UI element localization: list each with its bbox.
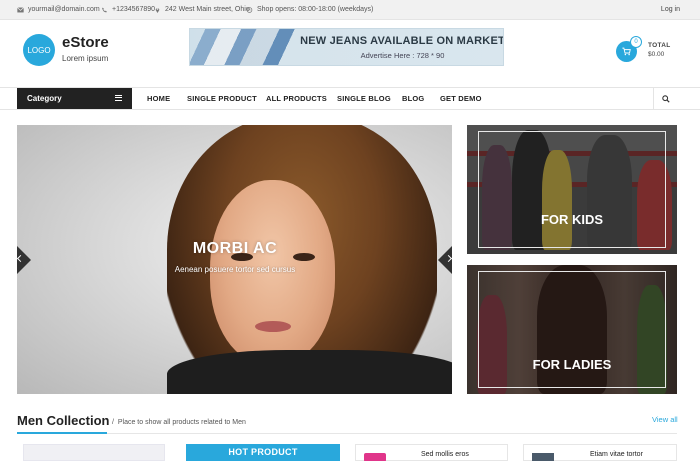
product-list-item[interactable]: Sed mollis eros [355,444,508,461]
search-button[interactable] [653,88,677,109]
hero-image-lips [255,321,291,332]
phone-text: +1234567890 [112,6,156,13]
email-text: yourmail@domain.com [28,6,100,13]
promo-kids-label: FOR KIDS [540,212,604,227]
chevron-right-icon [444,254,452,263]
category-label: Category [27,94,62,103]
search-icon [662,95,670,103]
product-title: Etiam vitae tortor [590,451,643,458]
hero-image-jacket [167,350,452,394]
product-thumbnail [532,453,554,461]
promo-kids-card[interactable]: FOR KIDS [467,125,677,254]
hours-text: Shop opens: 08:00-18:00 (weekdays) [257,6,374,13]
login-link[interactable]: Log in [661,6,680,13]
nav-single-product[interactable]: SINGLE PRODUCT [187,94,257,103]
nav-home[interactable]: HOME [147,94,170,103]
banner-subtitle: Advertise Here : 728 * 90 [360,51,445,60]
nav-all-products[interactable]: ALL PRODUCTS [266,94,327,103]
hero-subtitle: Aenean posuere tortor sed cursus [174,265,296,274]
promo-ladies-card[interactable]: FOR LADIES [467,265,677,394]
nav-get-demo[interactable]: GET DEMO [440,94,482,103]
product-card[interactable] [23,444,165,461]
phone-icon [102,7,107,12]
chevron-left-icon [17,254,25,263]
hot-product-badge: HOT PRODUCT [186,444,340,461]
section-divider [107,433,677,434]
section-subtitle: / Place to show all products related to … [112,419,246,426]
envelope-icon [17,6,24,12]
nav-blog[interactable]: BLOG [402,94,424,103]
hero-slider[interactable] [17,125,452,394]
cart-count-badge: 0 [630,36,642,48]
product-thumbnail [364,453,386,461]
cart-total-label: TOTAL [648,42,671,49]
category-menu-button[interactable]: Category [17,88,132,109]
banner-title: NEW JEANS AVAILABLE ON MARKET [300,35,504,47]
contact-address: 242 West Main street, Ohio [154,6,250,13]
nav-single-blog[interactable]: SINGLE BLOG [337,94,391,103]
promo-frame [478,131,666,248]
section-title: Men Collection [17,413,110,428]
contact-phone[interactable]: +1234567890 [101,6,155,13]
map-marker-icon [155,7,160,13]
shop-hours: Shop opens: 08:00-18:00 (weekdays) [246,6,373,13]
promo-ladies-label: FOR LADIES [532,357,612,372]
logo[interactable]: LOGO [23,34,55,66]
view-all-link[interactable]: View all [652,415,678,424]
clock-icon [246,6,253,13]
ad-banner[interactable]: NEW JEANS AVAILABLE ON MARKET Advertise … [189,28,504,66]
brand-name[interactable]: eStore [62,34,109,51]
address-text: 242 West Main street, Ohio [165,6,250,13]
banner-jeans-image [190,29,300,65]
hamburger-icon [115,95,122,101]
section-underline [17,432,107,434]
brand-tagline: Lorem ipsum [62,54,109,63]
hero-title: MORBI AC [192,240,278,257]
cart-total-value: $0.00 [648,51,665,58]
cart-icon [622,47,631,56]
contact-email[interactable]: yourmail@domain.com [17,6,100,13]
top-bar: yourmail@domain.com +1234567890 242 West… [0,0,700,20]
product-title: Sed mollis eros [421,451,469,458]
product-list-item[interactable]: Etiam vitae tortor [523,444,677,461]
